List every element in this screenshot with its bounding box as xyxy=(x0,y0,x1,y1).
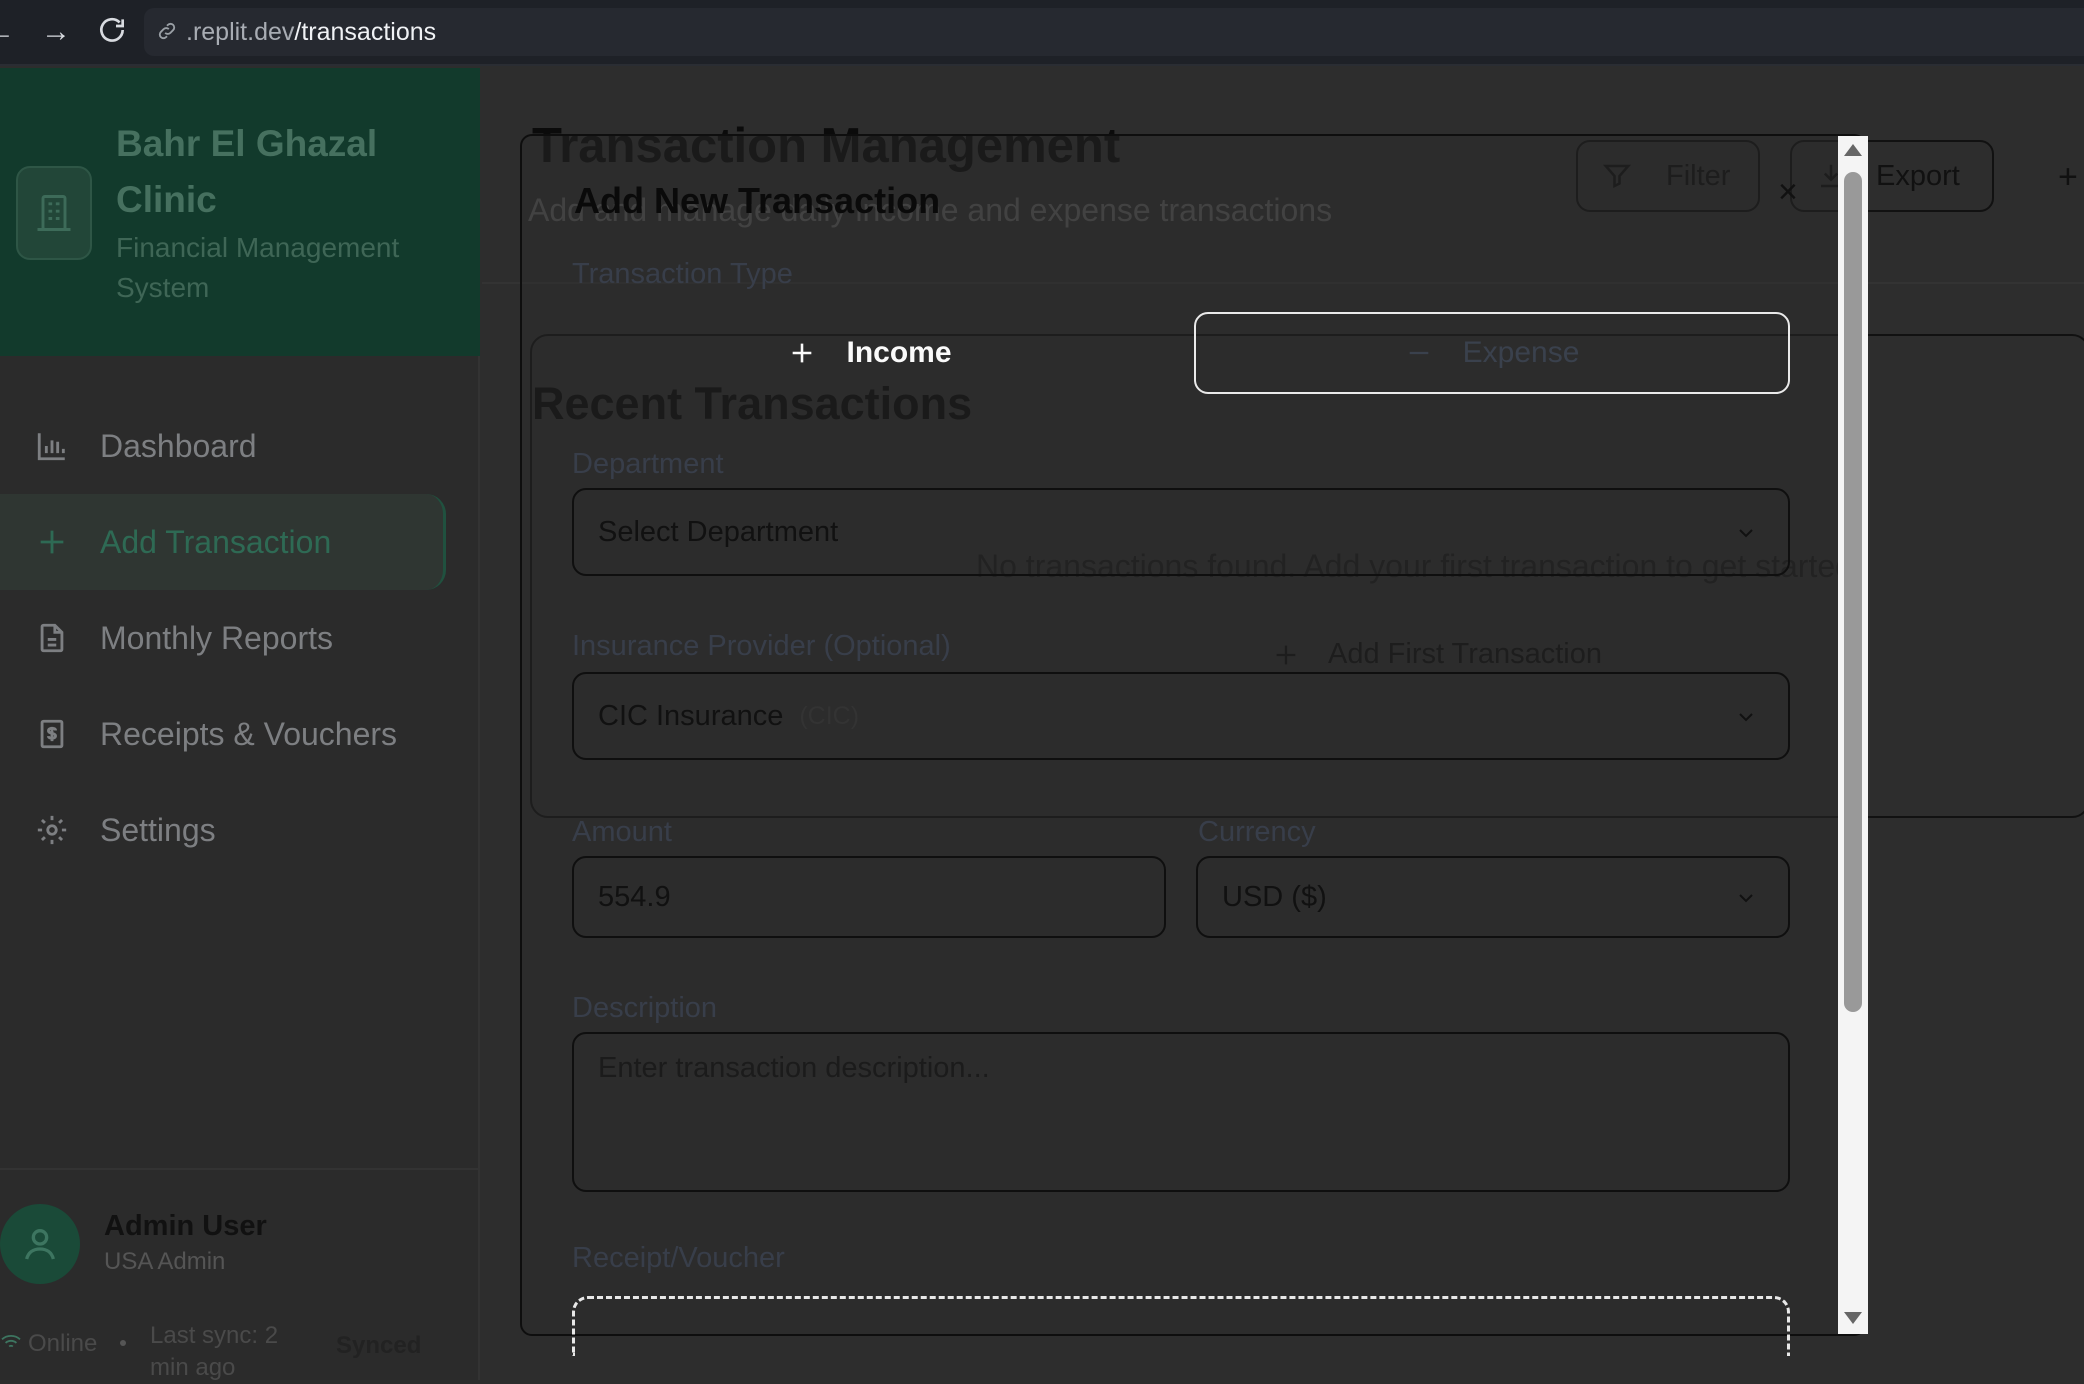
url-domain: .replit.dev xyxy=(186,17,295,46)
sidebar-item-label: Receipts & Vouchers xyxy=(100,715,398,752)
wifi-icon xyxy=(0,1330,22,1358)
sidebar-item-receipts-vouchers[interactable]: Receipts & Vouchers xyxy=(0,686,480,782)
user-role: USA Admin xyxy=(104,1248,226,1275)
description-placeholder: Enter transaction description... xyxy=(598,1052,990,1084)
insurance-provider-code: (CIC) xyxy=(799,701,860,730)
sidebar: Bahr El Ghazal Clinic Financial Manageme… xyxy=(0,68,480,1381)
gear-icon xyxy=(34,812,70,848)
receipt-voucher-label: Receipt/Voucher xyxy=(572,1242,785,1274)
sidebar-item-label: Add Transaction xyxy=(100,523,332,560)
export-label: Export xyxy=(1876,159,1960,192)
expense-toggle[interactable]: Expense xyxy=(1194,312,1790,394)
department-select[interactable]: Select Department xyxy=(572,488,1790,576)
insurance-provider-select[interactable]: CIC Insurance (CIC) xyxy=(572,672,1790,760)
add-transaction-modal: Add New Transaction × Transaction Type I… xyxy=(520,134,1866,1356)
bar-chart-icon xyxy=(34,428,70,464)
amount-input[interactable]: 554.9 xyxy=(572,856,1166,938)
back-arrow-icon[interactable]: ← xyxy=(0,14,18,50)
sidebar-item-label: Dashboard xyxy=(100,427,257,464)
chevron-down-icon xyxy=(1734,885,1758,909)
browser-toolbar: ← → .replit.dev/transactions xyxy=(0,0,2084,66)
sidebar-item-monthly-reports[interactable]: Monthly Reports xyxy=(0,590,480,686)
sync-status: Online Last sync: 2 min ago Synced xyxy=(0,1320,480,1381)
insurance-provider-value: CIC Insurance xyxy=(598,699,784,732)
amount-value: 554.9 xyxy=(598,880,671,913)
receipt-upload-dropzone[interactable] xyxy=(572,1296,1790,1356)
chevron-down-icon xyxy=(1734,520,1758,544)
last-sync: Last sync: 2 min ago xyxy=(150,1322,279,1381)
transaction-type-label: Transaction Type xyxy=(572,258,793,290)
sidebar-item-add-transaction[interactable]: Add Transaction xyxy=(0,494,446,590)
building-icon xyxy=(16,166,92,260)
brand-title: Bahr El Ghazal Clinic xyxy=(116,123,378,220)
document-icon xyxy=(34,620,70,656)
insurance-provider-label: Insurance Provider (Optional) xyxy=(572,630,951,662)
scrollbar-thumb[interactable] xyxy=(1844,172,1862,1012)
online-status: Online xyxy=(28,1330,98,1357)
plus-icon xyxy=(34,524,70,560)
sidebar-nav: Dashboard Add Transaction Monthly Report… xyxy=(0,398,480,878)
receipt-icon xyxy=(34,716,70,752)
sidebar-item-dashboard[interactable]: Dashboard xyxy=(0,398,480,494)
url-path: /transactions xyxy=(294,17,437,46)
scroll-up-arrow-icon[interactable] xyxy=(1844,144,1862,156)
synced-badge: Synced xyxy=(336,1332,422,1359)
sidebar-item-label: Settings xyxy=(100,811,216,848)
forward-arrow-icon[interactable]: → xyxy=(38,14,74,50)
department-value: Select Department xyxy=(598,515,839,548)
income-toggle[interactable]: Income xyxy=(572,312,1168,394)
income-label: Income xyxy=(846,336,952,369)
currency-select[interactable]: USD ($) xyxy=(1196,856,1790,938)
modal-scrollbar[interactable] xyxy=(1838,136,1868,1334)
modal-title: Add New Transaction xyxy=(574,180,941,221)
user-name: Admin User xyxy=(104,1210,267,1242)
amount-label: Amount xyxy=(572,816,672,848)
address-bar[interactable]: .replit.dev/transactions xyxy=(144,8,2084,56)
chevron-down-icon xyxy=(1734,704,1758,728)
reload-icon[interactable] xyxy=(94,14,130,50)
status-separator xyxy=(120,1340,126,1346)
department-label: Department xyxy=(572,448,724,480)
currency-value: USD ($) xyxy=(1222,880,1327,913)
plus-icon xyxy=(788,339,816,367)
sidebar-item-label: Monthly Reports xyxy=(100,619,333,656)
user-panel: Admin User USA Admin Online Last sync: 2… xyxy=(0,1168,480,1381)
description-label: Description xyxy=(572,992,718,1024)
expense-label: Expense xyxy=(1462,336,1580,369)
avatar[interactable] xyxy=(0,1204,80,1284)
link-icon xyxy=(156,20,180,44)
brand-header: Bahr El Ghazal Clinic Financial Manageme… xyxy=(0,68,480,356)
description-textarea[interactable]: Enter transaction description... xyxy=(572,1032,1790,1192)
sidebar-item-settings[interactable]: Settings xyxy=(0,782,480,878)
currency-label: Currency xyxy=(1198,816,1316,848)
brand-subtitle: Financial Management System xyxy=(116,232,400,303)
scroll-down-arrow-icon[interactable] xyxy=(1844,1312,1862,1324)
minus-icon xyxy=(1405,339,1433,367)
close-icon[interactable]: × xyxy=(1778,170,1798,214)
add-transaction-plus-icon[interactable]: + xyxy=(2058,158,2078,197)
